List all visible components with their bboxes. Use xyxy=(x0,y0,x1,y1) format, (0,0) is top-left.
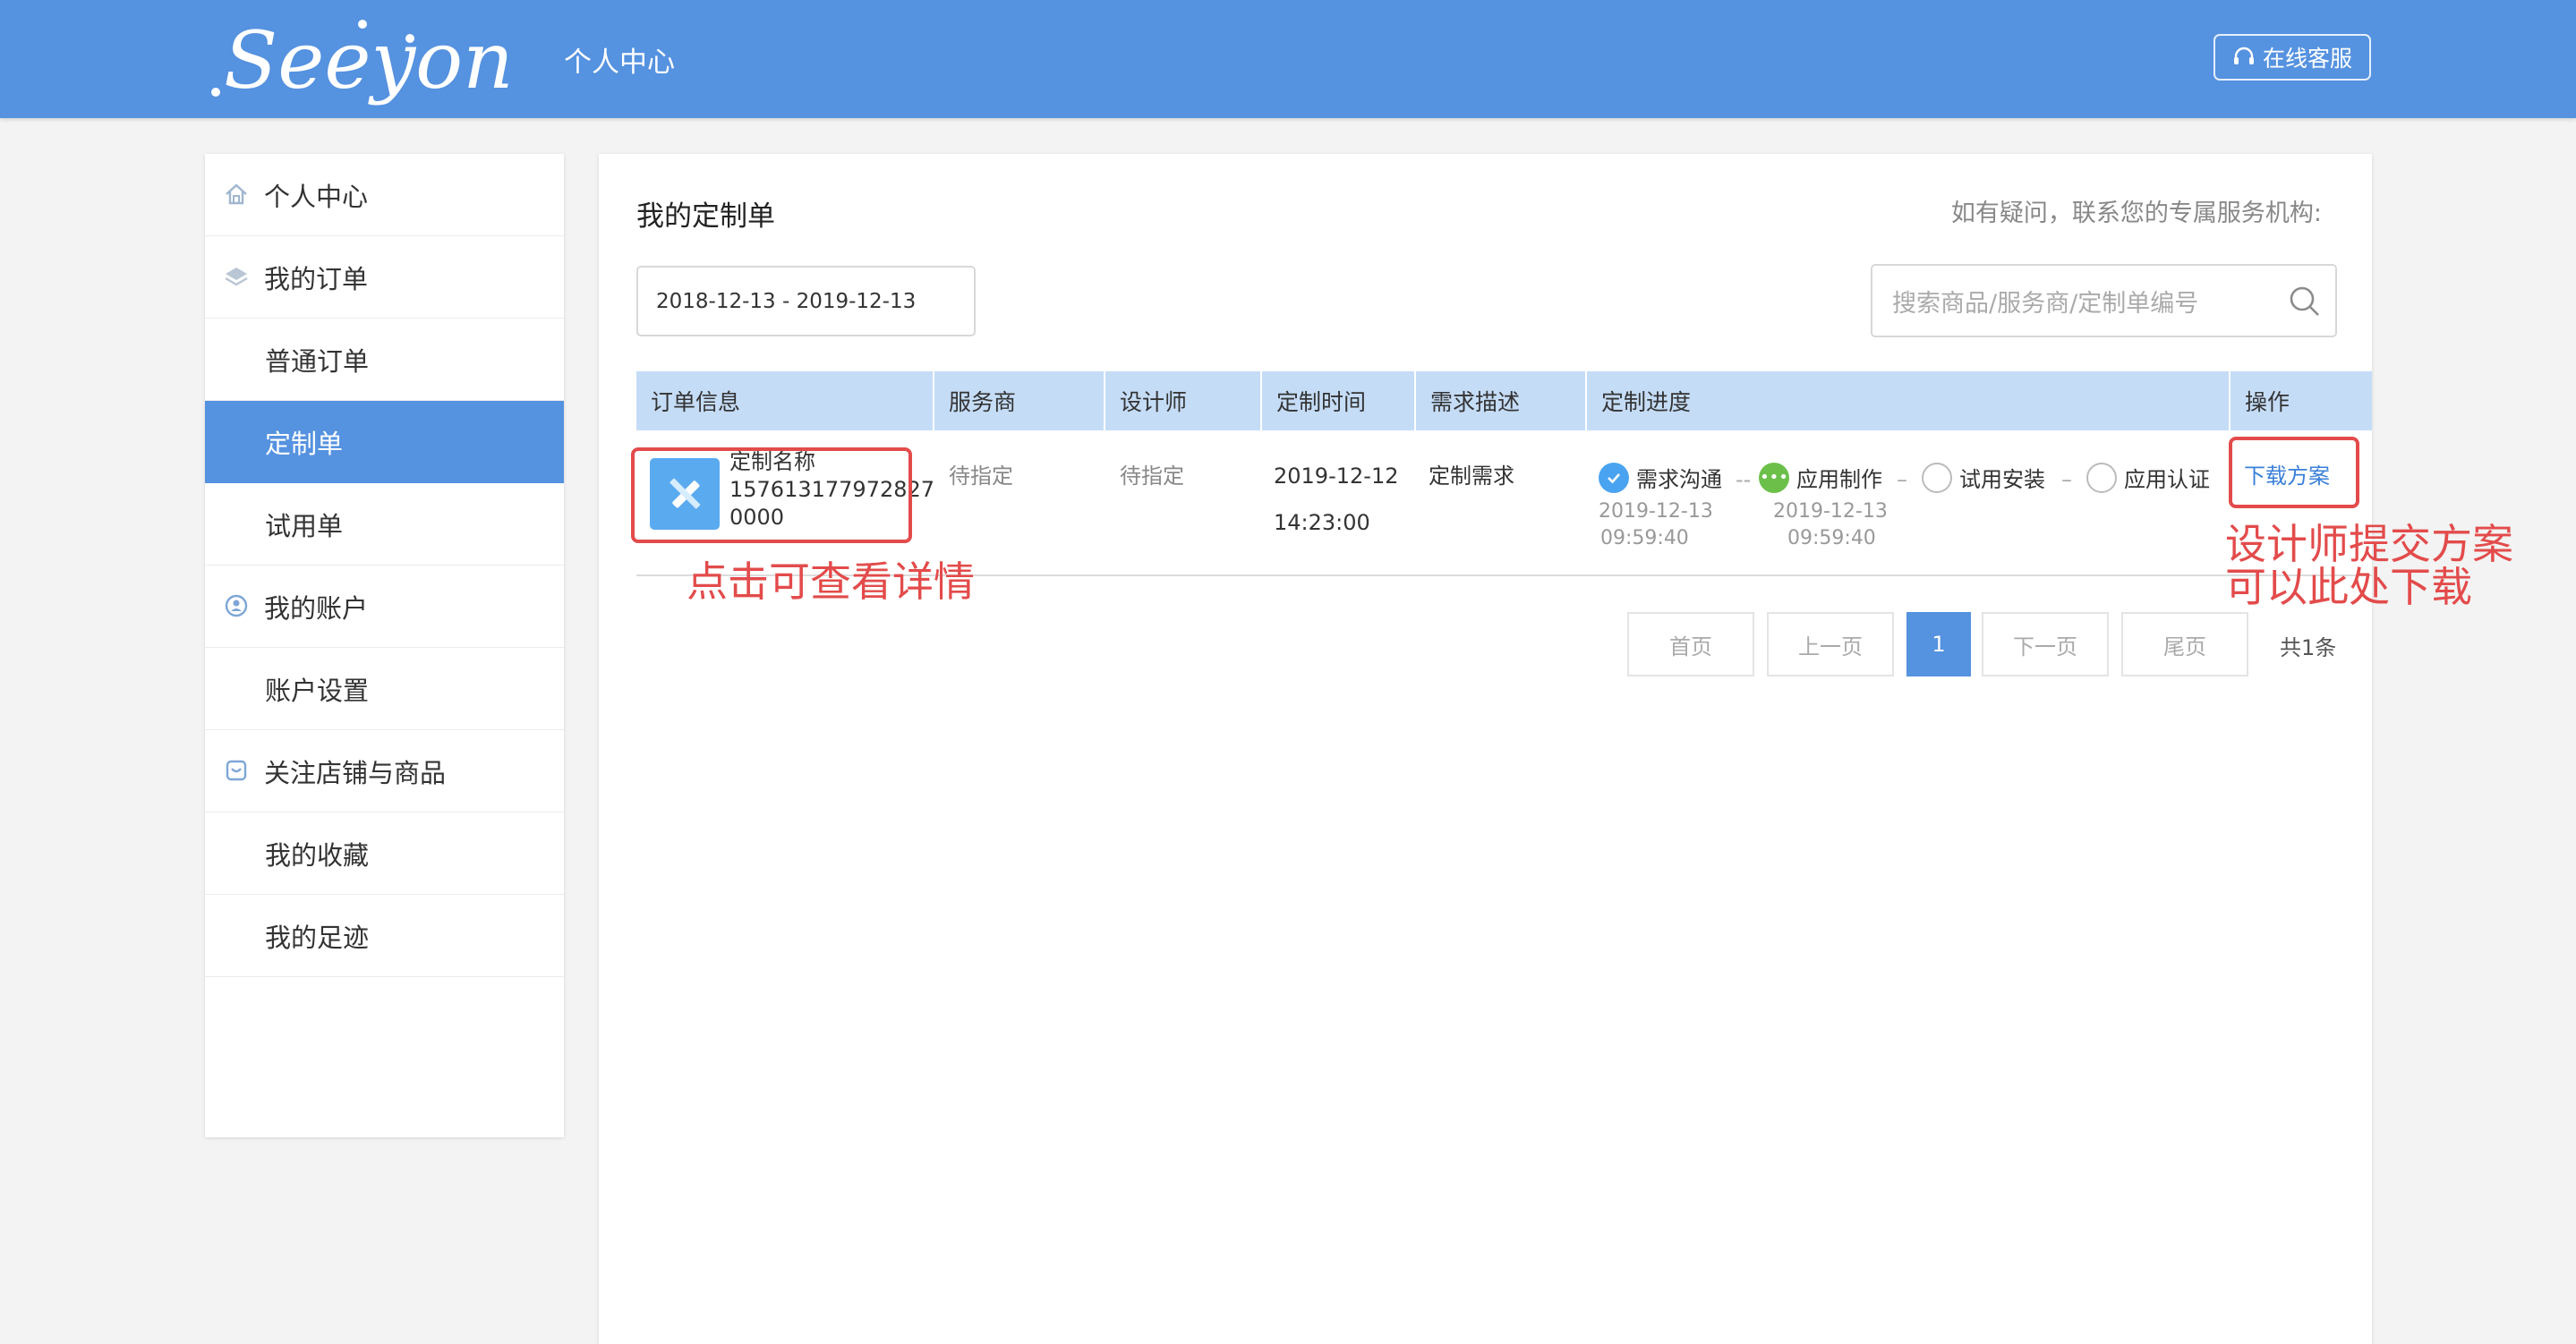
sidebar-item-custom-orders[interactable]: 定制单 xyxy=(205,401,564,483)
header-title: 个人中心 xyxy=(564,47,675,79)
layers-icon xyxy=(225,268,248,286)
order-time: 14:23:00 xyxy=(1274,510,1370,535)
sidebar-item-label: 我的订单 xyxy=(264,263,369,294)
empty-circle-icon xyxy=(2086,462,2117,493)
designer-value: 待指定 xyxy=(1120,464,1184,489)
sidebar-item-label: 我的账户 xyxy=(264,592,369,624)
more-dots-icon: ••• xyxy=(1759,462,1789,493)
sidebar-item-my-orders[interactable]: 我的订单 xyxy=(205,236,564,319)
logo-text: Seeyon xyxy=(224,14,514,106)
sidebar-item-footprints[interactable]: 我的足迹 xyxy=(205,895,564,977)
date-range-picker[interactable]: 2018-12-13 - 2019-12-13 xyxy=(636,266,976,336)
sidebar-item-account-settings[interactable]: 账户设置 xyxy=(205,648,564,730)
step-time-demand: 2019-12-13 09:59:40 xyxy=(1599,500,1713,549)
column-header-time: 定制时间 xyxy=(1262,371,1416,430)
sidebar-item-label: 普通订单 xyxy=(265,345,370,377)
empty-circle-icon xyxy=(1922,462,1952,493)
contact-hint: 如有疑问，联系您的专属服务机构: xyxy=(1950,200,2322,227)
sidebar-item-label: 试用单 xyxy=(265,510,344,541)
next-page-button[interactable]: 下一页 xyxy=(1982,612,2109,676)
annotation-box-download xyxy=(2229,437,2359,508)
column-header-designer: 设计师 xyxy=(1105,371,1262,430)
progress-step-pending: 试用安装 xyxy=(1922,462,2045,493)
headset-icon xyxy=(2233,47,2254,64)
seeyon-logo[interactable]: Seeyon xyxy=(208,18,514,100)
description-value: 定制需求 xyxy=(1429,464,1514,489)
step-label: 应用认证 xyxy=(2124,467,2210,492)
sidebar-item-label: 我的足迹 xyxy=(265,922,370,953)
search-placeholder: 搜索商品/服务商/定制单编号 xyxy=(1892,289,2199,318)
column-header-action: 操作 xyxy=(2245,389,2290,415)
page-1-button[interactable]: 1 xyxy=(1906,612,1971,676)
sidebar: 个人中心 我的订单 普通订单 定制单 试用单 我的账户 账户设置 关注店铺与商品 xyxy=(205,154,564,1137)
home-icon xyxy=(226,183,247,205)
top-header: Seeyon 个人中心 在线客服 xyxy=(0,0,2576,118)
prev-page-button[interactable]: 上一页 xyxy=(1767,612,1894,676)
check-circle-icon xyxy=(1599,462,1629,493)
last-page-button[interactable]: 尾页 xyxy=(2121,612,2248,676)
table-header: 订单信息 服务商 设计师 定制时间 需求描述 定制进度 操作 xyxy=(636,371,2372,430)
column-header-order-info: 订单信息 xyxy=(636,371,934,430)
sidebar-item-followed-shops[interactable]: 关注店铺与商品 xyxy=(205,730,564,812)
sidebar-item-my-account[interactable]: 我的账户 xyxy=(205,566,564,648)
column-header-provider: 服务商 xyxy=(934,371,1105,430)
main-panel: 我的定制单 如有疑问，联系您的专属服务机构: 2018-12-13 - 2019… xyxy=(599,154,2372,1344)
first-page-button[interactable]: 首页 xyxy=(1627,612,1754,676)
page-title: 我的定制单 xyxy=(636,200,775,233)
sidebar-item-favorites[interactable]: 我的收藏 xyxy=(205,812,564,895)
search-input[interactable]: 搜索商品/服务商/定制单编号 xyxy=(1871,264,2337,337)
order-date: 2019-12-12 xyxy=(1274,464,1399,489)
sidebar-item-trial-orders[interactable]: 试用单 xyxy=(205,483,564,566)
sidebar-item-label: 定制单 xyxy=(265,428,344,459)
search-icon[interactable] xyxy=(2287,284,2323,319)
date-range-value: 2018-12-13 - 2019-12-13 xyxy=(656,289,917,313)
annotation-download-hint-1: 设计师提交方案 xyxy=(2225,520,2513,568)
online-service-label: 在线客服 xyxy=(2262,46,2352,72)
progress-step-current: ••• 应用制作 xyxy=(1759,462,1882,493)
shop-icon xyxy=(226,760,247,781)
progress-step-done: 需求沟通 xyxy=(1599,462,1722,493)
provider-value: 待指定 xyxy=(949,464,1013,489)
sidebar-item-label: 账户设置 xyxy=(265,675,370,706)
annotation-download-hint-2: 可以此处下载 xyxy=(2225,563,2472,611)
step-label: 试用安装 xyxy=(1959,467,2045,492)
sidebar-item-personal-center[interactable]: 个人中心 xyxy=(205,154,564,236)
step-label: 应用制作 xyxy=(1796,467,1882,492)
sidebar-item-label: 我的收藏 xyxy=(265,839,370,871)
sidebar-item-label: 个人中心 xyxy=(264,181,369,212)
column-header-description: 需求描述 xyxy=(1416,371,1587,430)
total-count: 共1条 xyxy=(2280,635,2337,660)
user-circle-icon xyxy=(225,594,248,617)
annotation-box-order-info xyxy=(631,447,912,543)
annotation-detail-hint: 点击可查看详情 xyxy=(687,557,975,606)
sidebar-item-label: 关注店铺与商品 xyxy=(264,757,447,788)
step-time-production: 2019-12-13 09:59:40 xyxy=(1773,500,1888,549)
progress-step-pending: 应用认证 xyxy=(2086,462,2210,493)
online-service-button[interactable]: 在线客服 xyxy=(2213,34,2371,81)
step-label: 需求沟通 xyxy=(1636,467,1722,492)
sidebar-item-normal-orders[interactable]: 普通订单 xyxy=(205,319,564,401)
column-header-progress: 定制进度 xyxy=(1587,371,2231,430)
